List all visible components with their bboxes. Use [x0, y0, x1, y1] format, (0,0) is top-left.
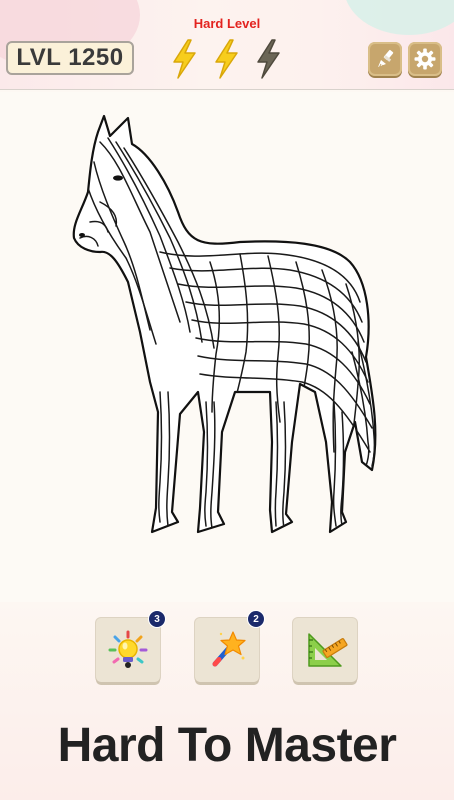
lightning-bolt-icon: [215, 39, 238, 79]
horse-eye: [113, 175, 123, 181]
light-bulb-icon: [108, 630, 148, 668]
lightning-bolt-empty-icon: [257, 39, 280, 79]
horse-nostril: [79, 233, 85, 237]
puzzle-canvas[interactable]: [0, 92, 454, 602]
horse-maze-drawing[interactable]: [0, 92, 454, 602]
paint-brush-icon: [376, 49, 394, 69]
ruler-button[interactable]: [293, 618, 357, 682]
difficulty-label: Hard Level: [193, 16, 261, 31]
gear-icon: [414, 48, 436, 70]
magic-wand-count-badge: 2: [247, 610, 265, 628]
energy-meter: [168, 38, 288, 80]
brush-button[interactable]: [368, 42, 402, 76]
hint-button[interactable]: 3: [96, 610, 166, 682]
lightning-bolt-icon: [173, 39, 196, 79]
magic-wand-button[interactable]: 2: [195, 610, 265, 682]
level-badge: LVL 1250: [6, 41, 134, 75]
divider: [0, 89, 454, 90]
tagline: Hard To Master: [57, 719, 397, 772]
ruler-triangle-icon: [308, 633, 348, 667]
settings-button[interactable]: [408, 42, 442, 76]
magic-wand-icon: [212, 631, 246, 667]
hint-count-badge: 3: [148, 610, 166, 628]
